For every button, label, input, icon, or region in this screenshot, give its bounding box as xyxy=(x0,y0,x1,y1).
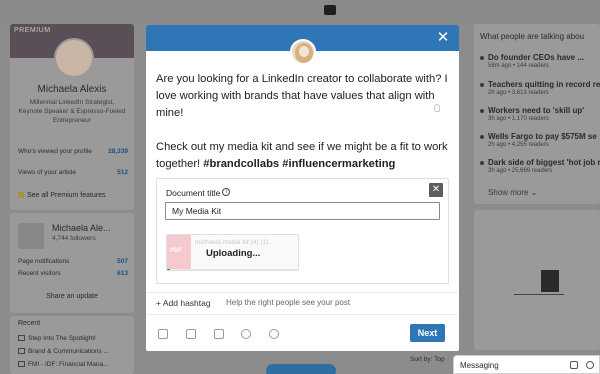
stat-value: 613 xyxy=(117,270,128,277)
bullet-icon xyxy=(480,109,484,113)
premium-label: PREMIUM xyxy=(14,27,51,34)
share-update-button[interactable]: Share an update xyxy=(10,293,134,300)
bullet-icon xyxy=(480,56,484,60)
news-headline: Do founder CEOs have ... xyxy=(488,53,585,62)
lightbulb-icon xyxy=(434,104,440,112)
bullet-icon xyxy=(480,161,484,165)
chevron-down-icon: ⌄ xyxy=(530,188,538,197)
stat-label: Page notifications xyxy=(18,258,70,265)
news-meta: 2h ago • 3,613 readers xyxy=(488,90,549,96)
group-icon xyxy=(18,348,25,355)
avatar-face xyxy=(299,46,309,57)
next-button[interactable]: Next xyxy=(410,324,445,342)
news-meta: 3h ago • 25,669 readers xyxy=(488,168,553,174)
pdf-thumbnail: PDF xyxy=(167,235,191,270)
upload-status: Uploading... xyxy=(206,248,261,259)
ground-line xyxy=(514,294,564,295)
news-meta: 58m ago • 144 readers xyxy=(488,63,549,69)
video-icon[interactable] xyxy=(186,329,196,339)
stat-label: Views of your article xyxy=(18,169,77,176)
recent-item[interactable]: FMI - IDF: Financial Mana... xyxy=(18,361,109,368)
news-headline: Workers need to 'skill up' xyxy=(488,106,585,115)
profile-views-stat[interactable]: Who's viewed your profile 28,339 xyxy=(18,148,128,155)
post-text-editor[interactable]: Are you looking for a LinkedIn creator t… xyxy=(156,71,452,190)
recent-item[interactable]: Step Into The Spotlight! xyxy=(18,335,96,342)
top-nav-bar xyxy=(0,0,600,22)
new-posts-pill[interactable] xyxy=(266,364,336,374)
post-paragraph: Check out my media kit and see if we mig… xyxy=(156,139,452,173)
messaging-label: Messaging xyxy=(460,361,499,370)
stat-value: 507 xyxy=(117,258,128,265)
document-title-label-text: Document title xyxy=(166,188,221,198)
show-more-button[interactable]: Show more ⌄ xyxy=(488,188,537,197)
award-icon[interactable] xyxy=(269,329,279,339)
close-icon[interactable]: ✕ xyxy=(435,30,451,46)
add-hashtag-button[interactable]: + Add hashtag xyxy=(156,298,211,308)
group-icon xyxy=(18,335,25,342)
recent-item[interactable]: Brand & Communications ... xyxy=(18,348,109,355)
recent-card: Recent Step Into The Spotlight! Brand & … xyxy=(10,316,134,374)
file-name: michaela media kit (4) (1)... xyxy=(195,239,274,246)
dinosaur-icon xyxy=(541,270,559,292)
document-title-label: Document title i xyxy=(166,188,231,198)
news-card: What people are talking abou Do founder … xyxy=(474,24,600,204)
celebrate-icon[interactable] xyxy=(241,329,251,339)
camera-icon[interactable] xyxy=(158,329,168,339)
author-avatar xyxy=(290,39,316,65)
stat-label: Who's viewed your profile xyxy=(18,148,92,155)
page-avatar[interactable] xyxy=(18,223,44,249)
article-views-stat[interactable]: Views of your article 512 xyxy=(18,169,128,176)
bullet-icon xyxy=(480,135,484,139)
news-title: What people are talking abou xyxy=(480,32,585,41)
page-followers: 4,744 followers xyxy=(52,235,96,242)
remove-document-icon[interactable]: ✕ xyxy=(429,183,443,197)
hashtag-row: + Add hashtag Help the right people see … xyxy=(146,292,459,312)
profile-name[interactable]: Michaela Alexis xyxy=(10,84,134,95)
premium-features-label: See all Premium features xyxy=(27,192,106,199)
recent-item-label: FMI - IDF: Financial Mana... xyxy=(28,361,109,368)
upload-progress-bar xyxy=(167,269,298,270)
messaging-bar[interactable]: Messaging xyxy=(453,355,600,374)
news-meta: 3h ago • 1,170 readers xyxy=(488,116,549,122)
document-attachment: Document titlei ✕ PDF michaela media kit… xyxy=(156,178,449,284)
profile-avatar[interactable] xyxy=(54,38,94,78)
stat-value: 28,339 xyxy=(108,148,128,155)
file-upload-chip: PDF michaela media kit (4) (1)... Upload… xyxy=(166,234,299,271)
messaging-nav-icon[interactable] xyxy=(324,5,336,15)
profile-headline: Millennial LinkedIn Strategist, Keynote … xyxy=(18,99,126,124)
premium-features-link[interactable]: See all Premium features xyxy=(18,192,106,199)
recent-item-label: Step Into The Spotlight! xyxy=(28,335,96,342)
show-more-label: Show more xyxy=(488,188,529,197)
news-headline: Wells Fargo to pay $575M se xyxy=(488,132,597,141)
pdf-label: PDF xyxy=(170,248,182,254)
group-icon xyxy=(18,361,25,368)
page-name[interactable]: Michaela Ale... xyxy=(52,223,111,233)
page-notifications-stat[interactable]: Page notifications 507 xyxy=(18,258,128,265)
news-headline: Teachers quitting in record re xyxy=(488,80,600,89)
stat-label: Recent visitors xyxy=(18,270,61,277)
profile-card: PREMIUM Michaela Alexis Millennial Linke… xyxy=(10,24,134,210)
recent-title: Recent xyxy=(18,320,41,327)
post-hashtags: #brandcollabs #influencermarketing xyxy=(203,158,396,170)
compose-icon[interactable] xyxy=(570,361,578,369)
news-headline: Dark side of biggest 'hot job re xyxy=(488,158,600,167)
gear-icon[interactable] xyxy=(586,361,594,369)
offline-game-panel xyxy=(474,210,600,350)
news-meta: 2h ago • 4,255 readers xyxy=(488,142,549,148)
premium-icon xyxy=(18,192,24,199)
hashtag-hint: Help the right people see your post xyxy=(226,298,351,307)
info-icon[interactable]: i xyxy=(222,188,231,196)
recent-visitors-stat[interactable]: Recent visitors 613 xyxy=(18,270,128,277)
stat-value: 512 xyxy=(117,169,128,176)
upload-progress-fill xyxy=(167,269,170,270)
document-icon[interactable] xyxy=(214,329,224,339)
company-page-card: Michaela Ale... 4,744 followers Page not… xyxy=(10,213,134,313)
bullet-icon xyxy=(480,83,484,87)
post-paragraph: Are you looking for a LinkedIn creator t… xyxy=(156,73,448,119)
sort-by-dropdown[interactable]: Sort by: Top xyxy=(410,356,445,363)
share-post-modal: ✕ Are you looking for a LinkedIn creator… xyxy=(146,25,459,351)
document-title-input[interactable] xyxy=(165,202,440,220)
recent-item-label: Brand & Communications ... xyxy=(28,348,109,355)
